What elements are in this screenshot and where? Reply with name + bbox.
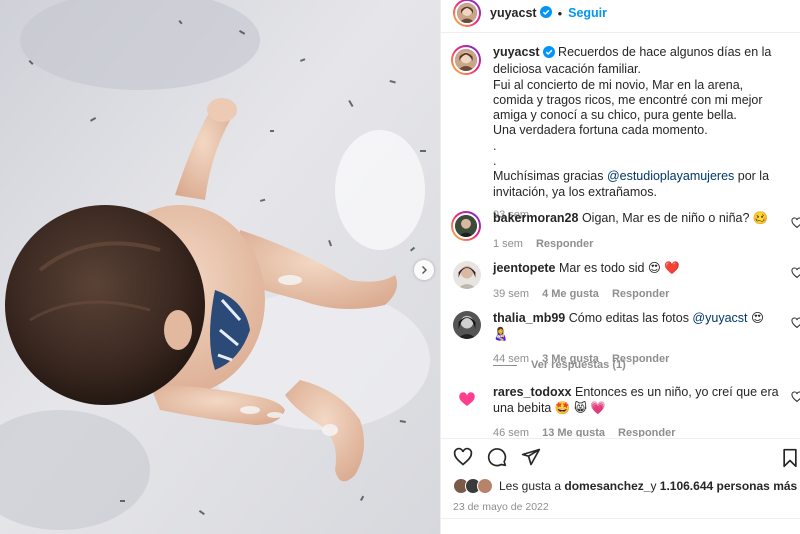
liker-avatars — [453, 478, 495, 494]
comment-item: rares_todoxx Entonces es un niño, yo cre… — [451, 385, 800, 437]
likes-summary: Les gusta a domesanchez_ y 1.106.644 per… — [441, 477, 800, 495]
comment-text: Cómo editas las fotos — [568, 311, 693, 325]
share-icon[interactable] — [521, 447, 541, 467]
beach-baby-photo — [0, 0, 440, 534]
comment-body: bakermoran28 Oigan, Mar es de niño o niñ… — [493, 211, 783, 252]
comment-item: jeentopete Mar es todo sid 😍 ❤️ 39 sem 4… — [451, 261, 800, 302]
author-avatar[interactable] — [453, 0, 481, 27]
comment-username[interactable]: jeentopete — [493, 261, 556, 275]
caption-text: yuyacst Recuerdos de hace algunos días e… — [493, 45, 783, 223]
post-side-panel: yuyacst • Seguir yuyacst Recuerdos de ha… — [440, 0, 800, 534]
caption-username[interactable]: yuyacst — [493, 45, 540, 59]
view-replies-button[interactable]: Ver respuestas (1) — [493, 359, 626, 371]
caption-dot-2: . — [493, 154, 497, 169]
comment-time: 39 sem — [493, 287, 530, 300]
author-username[interactable]: yuyacst — [490, 6, 537, 20]
likes-middle: y — [650, 479, 657, 493]
comment-username[interactable]: thalia_mb99 — [493, 311, 565, 325]
comment-text: Mar es todo sid 😍 ❤️ — [559, 261, 680, 275]
heart-icon[interactable] — [453, 447, 473, 467]
verified-badge-icon — [539, 5, 552, 21]
chevron-right-icon — [422, 266, 427, 274]
comments-scroll[interactable]: yuyacst Recuerdos de hace algunos días e… — [441, 32, 800, 437]
bookmark-icon[interactable] — [781, 448, 799, 468]
reply-button[interactable]: Responder — [612, 287, 669, 303]
comment-likes[interactable]: 13 Me gusta — [542, 426, 605, 437]
post-header: yuyacst • Seguir — [441, 0, 800, 27]
comment-item: bakermoran28 Oigan, Mar es de niño o niñ… — [451, 211, 800, 252]
caption-dot-1: . — [493, 138, 497, 153]
post-date: 23 de mayo de 2022 — [453, 501, 549, 513]
post-footer: Les gusta a domesanchez_ y 1.106.644 per… — [441, 438, 800, 513]
add-comment-bar[interactable] — [441, 518, 800, 534]
comment-time: 46 sem — [493, 427, 530, 437]
caption-mention-link[interactable]: @estudioplayamujeres — [607, 169, 734, 183]
replies-line — [493, 364, 517, 366]
comment-meta: 39 sem 4 Me gusta Responder — [493, 287, 783, 303]
comment-username[interactable]: rares_todoxx — [493, 385, 572, 399]
caption-line-3: Una verdadera fortuna cada momento. — [493, 123, 708, 138]
comment-time: 1 sem — [493, 237, 523, 250]
comment-avatar[interactable] — [453, 261, 481, 289]
likes-count-link[interactable]: 1.106.644 personas más — [660, 479, 797, 493]
liker-avatar — [477, 478, 493, 494]
next-photo-button[interactable] — [414, 260, 434, 280]
comment-body: jeentopete Mar es todo sid 😍 ❤️ 39 sem 4… — [493, 261, 783, 302]
reply-button[interactable]: Responder — [536, 237, 593, 253]
like-comment-heart-icon[interactable] — [791, 317, 800, 329]
comment-likes[interactable]: 4 Me gusta — [542, 287, 599, 303]
comment-avatar[interactable] — [451, 211, 481, 241]
caption-line-2: Fui al concierto de mi novio, Mar en la … — [493, 77, 763, 123]
caption: yuyacst Recuerdos de hace algunos días e… — [451, 45, 783, 223]
separator-dot: • — [557, 5, 563, 21]
likes-prefix: Les gusta a — [499, 479, 562, 493]
follow-button[interactable]: Seguir — [568, 6, 607, 20]
like-comment-heart-icon[interactable] — [791, 267, 800, 279]
post-photo — [0, 0, 440, 534]
comment-username[interactable]: bakermoran28 — [493, 211, 578, 225]
like-comment-heart-icon[interactable] — [791, 217, 800, 229]
caption-avatar[interactable] — [451, 45, 481, 75]
comment-icon[interactable] — [487, 447, 507, 467]
post-dialog: yuyacst • Seguir yuyacst Recuerdos de ha… — [0, 0, 800, 534]
action-bar — [441, 439, 800, 475]
comment-mention-link[interactable]: @yuyacst — [692, 311, 747, 325]
comment-body: rares_todoxx Entonces es un niño, yo cre… — [493, 385, 783, 437]
reply-button[interactable]: Responder — [618, 426, 675, 437]
comment-meta: 1 sem Responder — [493, 237, 783, 253]
comment-avatar[interactable] — [453, 311, 481, 339]
caption-thanks: Muchísimas gracias — [493, 169, 607, 184]
like-comment-heart-icon[interactable] — [791, 391, 800, 403]
comment-avatar[interactable] — [453, 385, 481, 413]
likes-user-link[interactable]: domesanchez_ — [564, 479, 650, 493]
comment-text: Oigan, Mar es de niño o niña? 🥴 — [581, 211, 769, 225]
view-replies-label[interactable]: Ver respuestas (1) — [531, 359, 626, 371]
comment-meta: 46 sem 13 Me gusta Responder — [493, 426, 783, 437]
verified-badge-icon — [542, 46, 555, 62]
